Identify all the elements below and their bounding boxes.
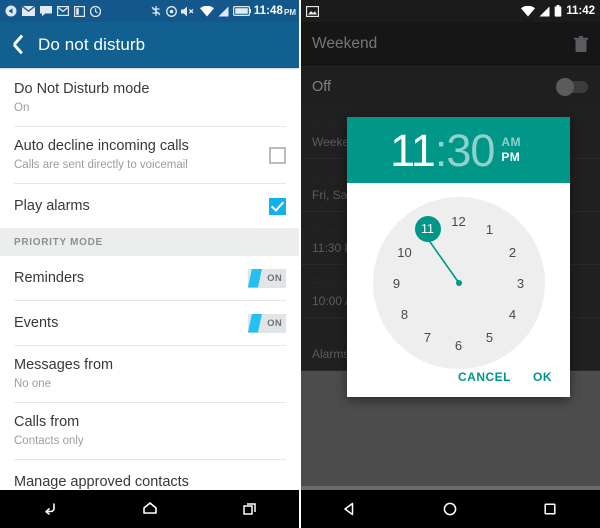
switch-knob bbox=[248, 268, 262, 288]
meridiem-selector: AM PM bbox=[501, 135, 520, 165]
download-arrow-icon bbox=[5, 5, 17, 17]
dnd-settings-list: Do Not Disturb mode On Auto decline inco… bbox=[0, 70, 300, 504]
setting-subtitle: On bbox=[14, 102, 30, 114]
flipboard-icon bbox=[73, 5, 86, 17]
left-status-ampm: PM bbox=[284, 7, 296, 17]
alarm-circle-icon bbox=[165, 5, 177, 17]
left-phone-panel: 11:48 PM Do not disturb Do Not Disturb m… bbox=[0, 0, 300, 528]
right-status-system-icons bbox=[521, 5, 562, 17]
minute-display[interactable]: 30 bbox=[446, 128, 495, 173]
setting-row-auto-decline[interactable]: Auto decline incoming calls Calls are se… bbox=[0, 127, 300, 183]
setting-row-events[interactable]: Events ON bbox=[0, 301, 300, 345]
left-status-system-icons bbox=[150, 5, 251, 17]
auto-decline-checkbox[interactable] bbox=[269, 146, 286, 164]
clock-hour-1[interactable]: 1 bbox=[479, 218, 501, 240]
volume-mute-icon bbox=[180, 6, 196, 17]
battery-icon bbox=[232, 6, 251, 17]
switch-label: ON bbox=[267, 317, 282, 329]
clock-hour-5[interactable]: 5 bbox=[479, 326, 501, 348]
setting-title: Reminders bbox=[14, 269, 85, 286]
time-picker-body: 12 1 2 3 4 5 6 7 8 9 10 11 bbox=[347, 183, 570, 369]
screenshot-image-icon bbox=[305, 5, 320, 17]
clock-hour-2[interactable]: 2 bbox=[502, 241, 524, 263]
ok-button[interactable]: OK bbox=[533, 370, 552, 384]
cancel-button[interactable]: CANCEL bbox=[458, 370, 511, 384]
gmail-icon bbox=[56, 5, 70, 17]
do-not-disturb-icon bbox=[150, 5, 162, 17]
switch-label: ON bbox=[267, 272, 282, 284]
time-picker-dialog: 11 : 30 AM PM 12 1 2 3 4 5 6 7 8 9 10 11… bbox=[347, 117, 570, 397]
setting-title: Events bbox=[14, 314, 59, 331]
email-icon bbox=[21, 5, 36, 16]
setting-title: Manage approved contacts bbox=[14, 473, 189, 490]
setting-row-dnd-mode[interactable]: Do Not Disturb mode On bbox=[0, 70, 300, 126]
play-alarms-checkbox[interactable] bbox=[269, 197, 286, 215]
setting-title: Do Not Disturb mode bbox=[14, 81, 150, 97]
recents-nav-icon[interactable] bbox=[227, 490, 273, 528]
panel-divider bbox=[299, 0, 301, 528]
home-circle-nav-icon[interactable] bbox=[427, 490, 473, 528]
setting-subtitle: No one bbox=[14, 378, 52, 390]
cellular-signal-icon bbox=[218, 6, 229, 17]
setting-row-messages-from[interactable]: Messages from No one bbox=[0, 346, 300, 402]
setting-subtitle: Contacts only bbox=[14, 435, 84, 447]
dual-phone-screenshot: 11:48 PM Do not disturb Do Not Disturb m… bbox=[0, 0, 600, 528]
time-picker-header: 11 : 30 AM PM bbox=[347, 117, 570, 183]
app-icon bbox=[89, 5, 102, 17]
time-display: 11 : 30 bbox=[390, 124, 495, 176]
battery-icon bbox=[554, 5, 562, 17]
left-nav-bar bbox=[0, 490, 300, 528]
setting-title: Messages from bbox=[14, 357, 114, 373]
setting-title: Play alarms bbox=[14, 197, 90, 214]
setting-title: Calls from bbox=[14, 414, 80, 430]
back-chevron-icon[interactable] bbox=[12, 35, 24, 55]
hour-display[interactable]: 11 bbox=[390, 128, 436, 173]
am-option[interactable]: AM bbox=[501, 135, 520, 150]
back-triangle-nav-icon[interactable] bbox=[327, 490, 373, 528]
right-status-bar: 11:42 bbox=[300, 0, 600, 22]
setting-title: Auto decline incoming calls bbox=[14, 138, 189, 154]
clock-hour-12[interactable]: 12 bbox=[448, 210, 470, 232]
switch-knob bbox=[248, 313, 262, 333]
time-separator: : bbox=[434, 124, 447, 176]
page-title: Do not disturb bbox=[38, 35, 146, 54]
wifi-icon bbox=[521, 5, 536, 17]
clock-hour-6[interactable]: 6 bbox=[448, 334, 470, 356]
left-action-bar: Do not disturb bbox=[0, 22, 300, 68]
setting-row-play-alarms[interactable]: Play alarms bbox=[0, 184, 300, 228]
setting-subtitle: Calls are sent directly to voicemail bbox=[14, 159, 188, 171]
clock-face[interactable]: 12 1 2 3 4 5 6 7 8 9 10 11 bbox=[372, 197, 545, 369]
section-header-priority-mode: PRIORITY MODE bbox=[0, 228, 300, 256]
left-status-notification-icons bbox=[5, 5, 102, 17]
right-nav-bar bbox=[300, 490, 600, 528]
clock-hour-11[interactable]: 11 bbox=[414, 216, 441, 242]
clock-hour-8[interactable]: 8 bbox=[394, 303, 416, 325]
wifi-icon bbox=[199, 5, 214, 17]
chat-bubble-icon bbox=[40, 5, 52, 17]
cellular-signal-icon bbox=[539, 6, 550, 17]
back-nav-icon[interactable] bbox=[27, 490, 73, 528]
recents-square-nav-icon[interactable] bbox=[527, 490, 573, 528]
right-phone-panel: 11:42 Weekend Off Rule name Weekend Days… bbox=[300, 0, 600, 528]
clock-hour-7[interactable]: 7 bbox=[417, 326, 439, 348]
clock-hour-3[interactable]: 3 bbox=[510, 272, 532, 294]
reminders-switch[interactable]: ON bbox=[248, 268, 286, 288]
left-status-time: 11:48 bbox=[253, 5, 283, 17]
clock-hour-4[interactable]: 4 bbox=[502, 303, 524, 325]
setting-row-calls-from[interactable]: Calls from Contacts only bbox=[0, 403, 300, 459]
events-switch[interactable]: ON bbox=[248, 313, 286, 333]
right-status-time: 11:42 bbox=[566, 5, 595, 17]
clock-hour-9[interactable]: 9 bbox=[386, 272, 408, 294]
pm-option[interactable]: PM bbox=[501, 150, 520, 165]
left-status-bar: 11:48 PM bbox=[0, 0, 300, 22]
setting-row-reminders[interactable]: Reminders ON bbox=[0, 256, 300, 300]
home-nav-icon[interactable] bbox=[127, 490, 173, 528]
clock-hour-10[interactable]: 10 bbox=[394, 241, 416, 263]
